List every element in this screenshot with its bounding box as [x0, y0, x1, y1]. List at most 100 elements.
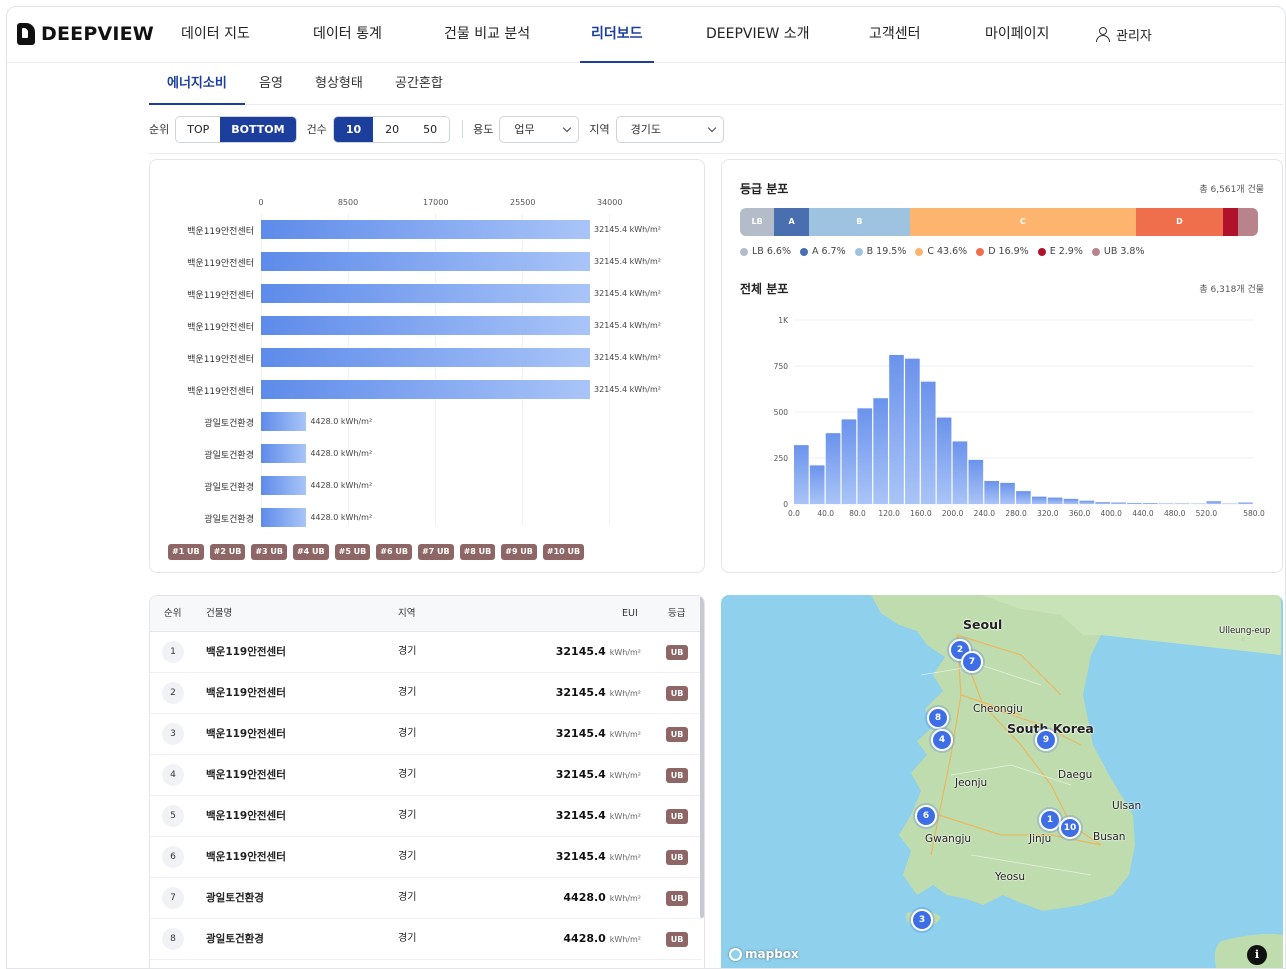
- rank-badge: 8: [162, 928, 184, 950]
- histogram-bar[interactable]: [889, 354, 904, 504]
- map-marker[interactable]: 3: [911, 909, 933, 931]
- table-row[interactable]: 6 백운119안전센터 경기 32145.4 kWh/m² UB: [150, 837, 702, 878]
- tab-shape[interactable]: 형상형태: [297, 65, 381, 105]
- table-row[interactable]: 8 광일토건환경 경기 4428.0 kWh/m² UB: [150, 919, 702, 960]
- histogram-bar[interactable]: [825, 433, 841, 504]
- grade-segment[interactable]: LB: [740, 208, 775, 236]
- count-20-button[interactable]: 20: [373, 116, 412, 142]
- map-marker[interactable]: 8: [927, 707, 949, 729]
- rank-top-button[interactable]: TOP: [176, 116, 221, 142]
- building-map[interactable]: Seoul Cheongju South Korea Daegu Jeonju …: [721, 595, 1283, 968]
- count-10-button[interactable]: 10: [333, 116, 374, 142]
- deepview-logo[interactable]: DEEPVIEW: [17, 23, 154, 45]
- nav-building-compare[interactable]: 건물 비교 분석: [444, 7, 530, 63]
- table-row[interactable]: 3 백운119안전센터 경기 32145.4 kWh/m² UB: [150, 714, 702, 755]
- histogram-bar[interactable]: [984, 481, 1000, 504]
- histogram-bar[interactable]: [1158, 503, 1174, 504]
- table-row[interactable]: 4 백운119안전센터 경기 32145.4 kWh/m² UB: [150, 755, 702, 796]
- bar[interactable]: [261, 220, 591, 239]
- x-tick-label: 8500: [337, 198, 359, 207]
- rank-bottom-button[interactable]: BOTTOM: [220, 116, 296, 142]
- histogram-bar[interactable]: [1063, 498, 1079, 504]
- histogram-bar[interactable]: [936, 417, 952, 504]
- histogram-bar[interactable]: [1174, 503, 1190, 504]
- x-tick-label: 0: [258, 198, 264, 207]
- table-row[interactable]: 7 광일토건환경 경기 4428.0 kWh/m² UB: [150, 878, 702, 919]
- tab-shade[interactable]: 음영: [241, 65, 301, 105]
- x-tick-label: 25500: [510, 198, 536, 207]
- bar[interactable]: [261, 444, 307, 463]
- tab-energy[interactable]: 에너지소비: [149, 65, 245, 105]
- bar-value-label: 4428.0 kWh/m²: [310, 513, 373, 522]
- eui-unit: kWh/m²: [609, 812, 641, 821]
- map-label-cheongju: Cheongju: [973, 703, 1023, 715]
- mapbox-attribution[interactable]: mapbox: [729, 947, 799, 961]
- histogram-bar[interactable]: [1142, 503, 1158, 504]
- bar[interactable]: [261, 284, 591, 303]
- histogram-bar[interactable]: [794, 445, 809, 504]
- table-row[interactable]: 2 백운119안전센터 경기 32145.4 kWh/m² UB: [150, 673, 702, 714]
- nav-data-map[interactable]: 데이터 지도: [181, 7, 250, 63]
- nav-data-stats[interactable]: 데이터 통계: [313, 7, 382, 63]
- bar[interactable]: [261, 348, 591, 367]
- histogram-bar[interactable]: [1047, 497, 1063, 504]
- histogram-bar[interactable]: [1127, 502, 1142, 504]
- map-marker[interactable]: 1: [1039, 809, 1061, 831]
- bar[interactable]: [261, 380, 591, 399]
- bar-category-label: 백운119안전센터: [187, 227, 254, 237]
- grade-segment[interactable]: [1223, 208, 1239, 236]
- x-tick-label: 160.0: [910, 509, 932, 518]
- bar[interactable]: [261, 476, 307, 495]
- grade-segment[interactable]: A: [774, 208, 809, 236]
- bar[interactable]: [261, 252, 591, 271]
- grade-segment[interactable]: [1238, 208, 1258, 236]
- histogram-bar[interactable]: [1206, 501, 1222, 504]
- histogram-bar[interactable]: [1111, 502, 1126, 504]
- bar[interactable]: [261, 412, 307, 431]
- nav-mypage[interactable]: 마이페이지: [985, 7, 1049, 63]
- table-row[interactable]: 5 백운119안전센터 경기 32145.4 kWh/m² UB: [150, 796, 702, 837]
- bar[interactable]: [261, 508, 307, 527]
- histogram-bar[interactable]: [1000, 482, 1015, 504]
- eui-value: 4428.0 kWh/m²: [563, 878, 641, 919]
- grade-segment[interactable]: D: [1135, 208, 1224, 236]
- histogram-bar[interactable]: [1095, 502, 1111, 504]
- map-marker[interactable]: 10: [1059, 817, 1081, 839]
- histogram-bar[interactable]: [809, 465, 825, 504]
- header-region: 지역: [398, 608, 416, 619]
- histogram-bar[interactable]: [873, 398, 888, 504]
- histogram-bar[interactable]: [920, 381, 936, 504]
- histogram-bar[interactable]: [968, 459, 984, 504]
- building-name: 백운119안전센터: [206, 687, 286, 699]
- rank-badge: 4: [162, 764, 184, 786]
- eui-value: 4428.0 kWh/m²: [563, 919, 641, 960]
- histogram-bar[interactable]: [1079, 500, 1095, 504]
- table-scrollbar[interactable]: [700, 596, 704, 918]
- map-marker[interactable]: 7: [961, 651, 983, 673]
- count-50-button[interactable]: 50: [411, 116, 450, 142]
- histogram-bar[interactable]: [841, 419, 857, 504]
- nav-about[interactable]: DEEPVIEW 소개: [706, 7, 810, 63]
- nav-support[interactable]: 고객센터: [869, 7, 921, 63]
- grade-segment[interactable]: B: [808, 208, 910, 236]
- map-marker[interactable]: 9: [1035, 729, 1057, 751]
- grade-segment[interactable]: C: [909, 208, 1136, 236]
- region-select[interactable]: 경기도: [615, 115, 724, 143]
- tab-space-mix[interactable]: 공간혼합: [377, 65, 461, 105]
- nav-leaderboard[interactable]: 리더보드: [580, 7, 654, 63]
- map-marker[interactable]: 4: [931, 729, 953, 751]
- legend-dot: [915, 247, 924, 256]
- histogram-bar[interactable]: [1238, 502, 1253, 504]
- histogram-bar[interactable]: [1016, 491, 1031, 504]
- histogram-bar[interactable]: [905, 358, 920, 504]
- use-select[interactable]: 업무: [499, 115, 580, 143]
- info-icon[interactable]: i: [1247, 945, 1267, 965]
- user-menu[interactable]: 관리자: [1095, 25, 1152, 44]
- map-marker[interactable]: 6: [915, 805, 937, 827]
- y-tick-label: 1K: [778, 316, 789, 325]
- histogram-bar[interactable]: [952, 441, 968, 504]
- table-row[interactable]: 1 백운119안전센터 경기 32145.4 kWh/m² UB: [150, 632, 702, 673]
- histogram-bar[interactable]: [1031, 496, 1047, 504]
- histogram-bar[interactable]: [857, 408, 873, 504]
- bar[interactable]: [261, 316, 591, 335]
